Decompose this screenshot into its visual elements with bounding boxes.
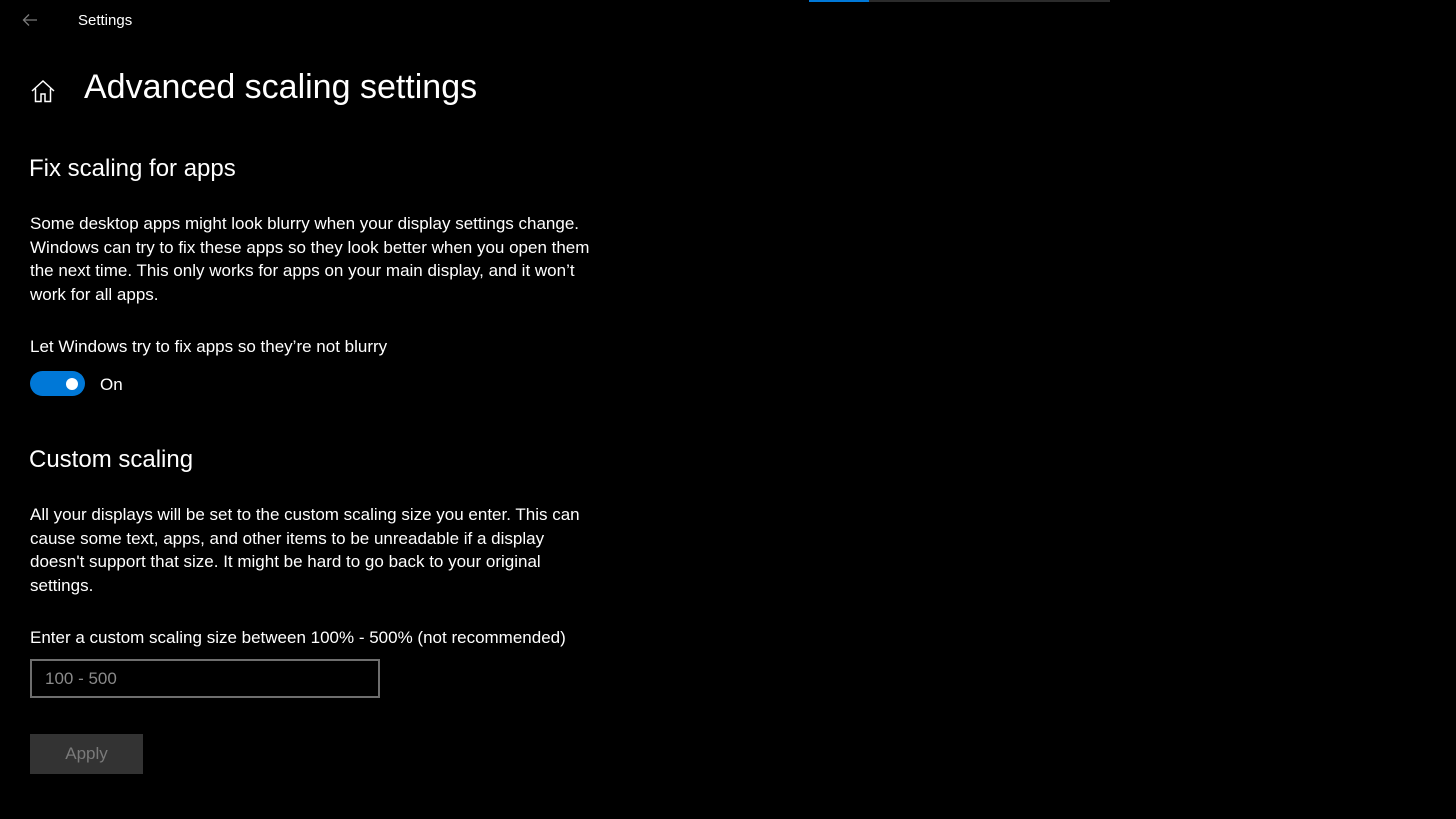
settings-window: Settings Advanced scaling settings Fix s…	[0, 0, 1456, 819]
app-title: Settings	[78, 12, 133, 29]
back-arrow-icon	[22, 13, 38, 27]
custom-scaling-heading: Custom scaling	[29, 446, 194, 473]
fix-scaling-description: Some desktop apps might look blurry when…	[30, 214, 590, 304]
title-bar: Settings	[0, 0, 700, 40]
fix-scaling-heading: Fix scaling for apps	[29, 155, 236, 182]
custom-scaling-description: All your displays will be set to the cus…	[30, 505, 580, 595]
custom-scaling-input[interactable]	[30, 659, 380, 698]
toggle-knob	[66, 377, 78, 390]
page-title: Advanced scaling settings	[84, 68, 478, 106]
fix-apps-toggle-label: Let Windows try to fix apps so they’re n…	[30, 337, 388, 356]
home-button[interactable]	[30, 78, 56, 104]
fix-apps-toggle[interactable]	[30, 371, 85, 396]
top-progress-indicator	[809, 0, 869, 2]
toggle-state-text: On	[100, 375, 123, 394]
custom-scaling-input-label: Enter a custom scaling size between 100%…	[30, 628, 566, 647]
back-button[interactable]	[14, 6, 46, 34]
home-icon	[30, 79, 56, 108]
apply-button[interactable]: Apply	[30, 734, 143, 774]
